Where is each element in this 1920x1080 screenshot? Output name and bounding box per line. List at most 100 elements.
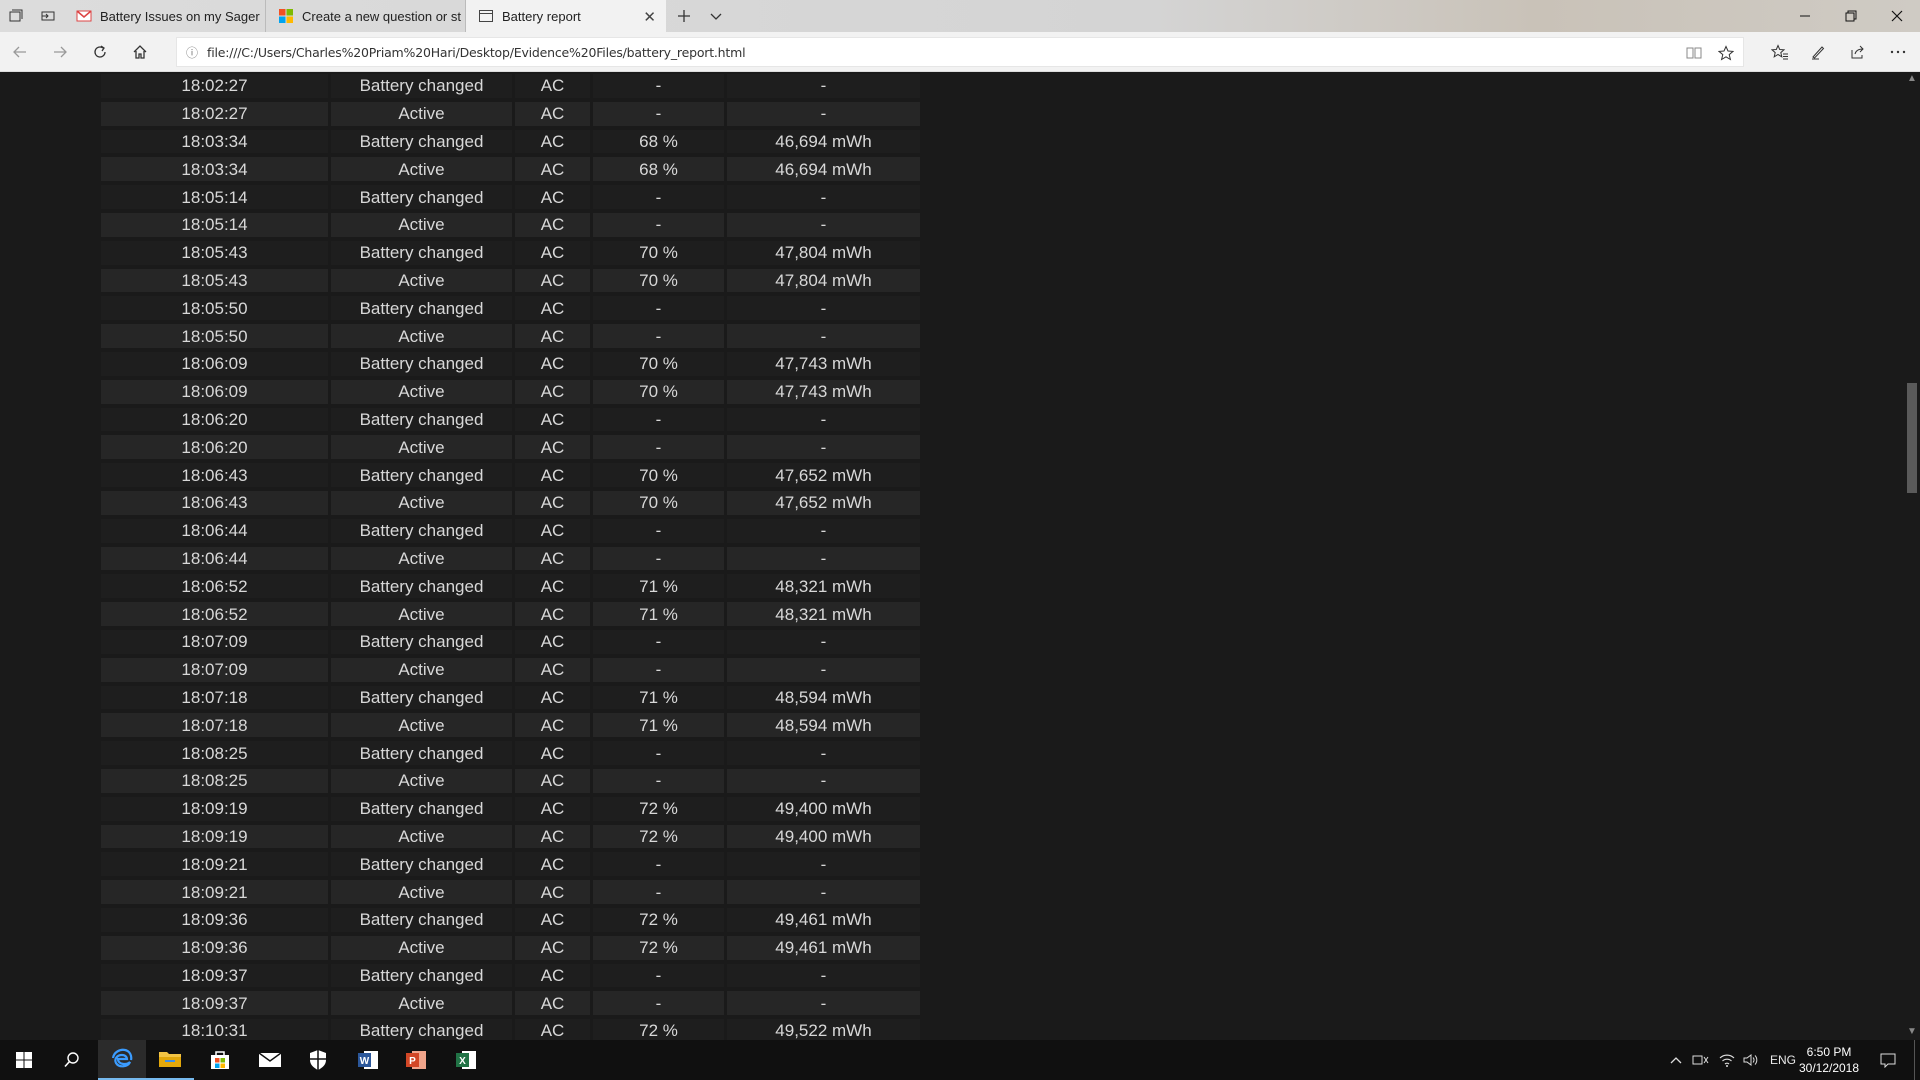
scrollbar-thumb[interactable] [1907,383,1917,493]
cell-percent: - [593,963,724,988]
cell-source: AC [515,713,590,738]
cell-percent: 70 % [593,463,724,487]
start-button[interactable] [0,1040,48,1080]
cell-state: Battery changed [331,852,512,877]
url-text[interactable]: file:///C:/Users/Charles%20Priam%20Hari/… [207,45,746,60]
restore-icon[interactable] [1828,0,1874,32]
table-row: 18:07:09 Battery changed AC - - [101,629,920,654]
action-center-icon[interactable] [1874,1040,1902,1080]
favorite-star-icon[interactable] [1715,42,1737,64]
cell-percent: - [593,101,724,126]
tab-preview-chevron-icon[interactable] [700,0,732,32]
cell-percent: 70 % [593,379,724,404]
scroll-down-icon[interactable]: ▼ [1904,1026,1920,1040]
tab-manager-icon[interactable] [0,0,32,32]
cell-source: AC [515,324,590,348]
more-options-icon[interactable] [1880,36,1916,68]
address-bar[interactable]: ⓘ file:///C:/Users/Charles%20Priam%20Har… [176,37,1744,67]
taskbar-powerpoint[interactable]: P [392,1040,440,1080]
table-row: 18:05:43 Battery changed AC 70 % 47,804 mWh [101,240,920,265]
excel-icon: X [456,1051,476,1069]
close-window-icon[interactable] [1874,0,1920,32]
new-tab-icon[interactable] [668,0,700,32]
tab-battery-report[interactable]: Battery report ✕ [466,0,666,32]
wifi-icon[interactable] [1716,1040,1738,1080]
cell-source: AC [515,1019,590,1040]
cell-time: 18:09:21 [101,880,328,904]
back-icon[interactable] [2,36,38,68]
cell-capacity: - [727,324,920,348]
taskbar-word[interactable]: W [344,1040,392,1080]
cell-capacity: 47,804 mWh [727,268,920,293]
cell-percent: 70 % [593,240,724,265]
cell-state: Active [331,880,512,904]
cell-time: 18:07:18 [101,713,328,738]
cell-time: 18:09:37 [101,963,328,988]
search-button[interactable] [48,1040,96,1080]
cell-time: 18:05:50 [101,324,328,348]
table-row: 18:09:21 Active AC - - [101,880,920,904]
cell-source: AC [515,74,590,98]
scroll-up-icon[interactable]: ▲ [1904,73,1920,87]
cell-time: 18:02:27 [101,74,328,98]
cell-time: 18:06:52 [101,574,328,599]
show-hidden-icons-chevron-icon[interactable] [1666,1040,1686,1080]
battery-usage-table: 18:02:27 Battery changed AC - -18:02:27 Activ… [98,73,923,1040]
tab-create-question[interactable]: Create a new question or st [266,0,466,32]
cell-capacity: - [727,212,920,237]
minimize-icon[interactable] [1782,0,1828,32]
table-row: 18:09:19 Battery changed AC 72 % 49,400 mWh [101,796,920,821]
cell-time: 18:08:25 [101,768,328,793]
home-icon[interactable] [122,36,158,68]
table-row: 18:09:37 Battery changed AC - - [101,963,920,988]
close-tab-icon[interactable]: ✕ [643,8,656,26]
vertical-scrollbar[interactable]: ▲ ▼ [1904,73,1920,1040]
share-icon[interactable] [1840,36,1876,68]
cell-time: 18:07:09 [101,657,328,682]
site-info-icon[interactable]: ⓘ [177,44,207,61]
cell-capacity: 49,522 mWh [727,1019,920,1040]
cell-time: 18:05:43 [101,268,328,293]
cell-source: AC [515,129,590,154]
cell-source: AC [515,490,590,515]
keyboard-ime-icon[interactable] [1690,1040,1712,1080]
volume-icon[interactable] [1740,1040,1762,1080]
cell-time: 18:05:14 [101,212,328,237]
cell-state: Active [331,268,512,293]
show-desktop-button[interactable] [1914,1040,1920,1080]
set-aside-tabs-icon[interactable] [32,0,64,32]
cell-time: 18:09:19 [101,824,328,849]
cell-source: AC [515,574,590,599]
cell-capacity: - [727,101,920,126]
taskbar-edge[interactable] [98,1040,146,1080]
refresh-icon[interactable] [82,36,118,68]
pen-notes-icon[interactable] [1800,36,1836,68]
cell-percent: - [593,74,724,98]
taskbar-defender[interactable] [294,1040,342,1080]
favorites-hub-icon[interactable] [1762,36,1798,68]
cell-percent: - [593,852,724,877]
taskbar-mail[interactable] [246,1040,294,1080]
cell-time: 18:06:44 [101,546,328,571]
table-row: 18:06:52 Battery changed AC 71 % 48,321 mWh [101,574,920,599]
taskbar-store[interactable] [196,1040,244,1080]
taskbar-file-explorer[interactable] [146,1040,194,1080]
cell-percent: - [593,741,724,765]
cell-source: AC [515,546,590,571]
reading-view-icon[interactable] [1683,42,1705,64]
clock[interactable]: 6:50 PM 30/12/2018 [1794,1044,1864,1076]
microsoft-icon [278,8,294,24]
table-row: 18:08:25 Battery changed AC - - [101,741,920,765]
tab-gmail[interactable]: Battery Issues on my Sager [64,0,266,32]
cell-percent: 71 % [593,602,724,626]
cell-source: AC [515,268,590,293]
taskbar-excel[interactable]: X [442,1040,490,1080]
table-row: 18:03:34 Active AC 68 % 46,694 mWh [101,157,920,182]
cell-capacity: 49,400 mWh [727,796,920,821]
forward-icon[interactable] [42,36,78,68]
table-row: 18:02:27 Active AC - - [101,101,920,126]
table-row: 18:06:44 Battery changed AC - - [101,518,920,543]
cell-capacity: 46,694 mWh [727,129,920,154]
cell-state: Battery changed [331,129,512,154]
cell-state: Active [331,157,512,182]
